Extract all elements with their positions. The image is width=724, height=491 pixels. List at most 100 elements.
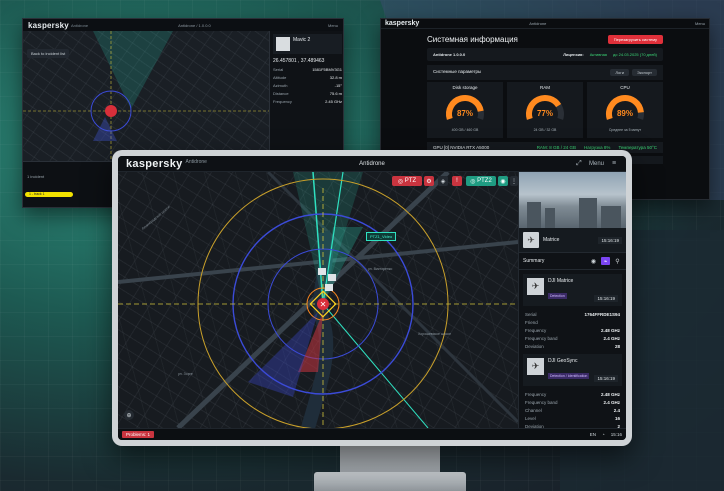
map-view[interactable]: Back to incident list January 17, 2024 ·… bbox=[23, 31, 269, 166]
compass-button[interactable]: ⊕ bbox=[124, 410, 134, 420]
ptz2-button[interactable]: ◎ PTZ2 bbox=[466, 176, 496, 186]
target-marker[interactable] bbox=[105, 105, 117, 117]
expand-icon[interactable]: ⤢ bbox=[575, 160, 583, 168]
ptz-settings-button[interactable]: ⚙ bbox=[424, 176, 434, 186]
detection-name: DJI GeoSync bbox=[548, 358, 578, 364]
more-icon: ⋮ bbox=[511, 178, 517, 185]
detection-card[interactable]: ✈ DJI GeoSync Detection / Identification… bbox=[523, 354, 622, 386]
gauge-label: RAM bbox=[540, 85, 550, 90]
drone-panel: Mavic 2 26.457801 , 37.489463 Serial 1581… bbox=[269, 31, 343, 161]
gauge-subtext: 400 GB / 460 GB bbox=[451, 128, 479, 132]
language-switch[interactable]: EN bbox=[590, 432, 596, 437]
sensor-ray bbox=[322, 303, 429, 428]
drone-marker[interactable] bbox=[328, 274, 336, 281]
detection-name: DJI Matrice bbox=[548, 278, 574, 284]
drone-name: Matrice bbox=[543, 237, 560, 243]
detection-card[interactable]: ✈ DJI Matrice Detection 15:16:19 bbox=[523, 274, 622, 306]
menu-button[interactable]: Menu bbox=[695, 21, 705, 26]
field-key: Serial bbox=[525, 311, 537, 317]
alert-button[interactable]: ! bbox=[452, 176, 462, 186]
field-value: 16 bbox=[614, 415, 620, 421]
status-bar: Problems: 1 EN ◔ 15:16 bbox=[118, 428, 626, 440]
app-name: Antidrone bbox=[185, 159, 207, 165]
more-button[interactable]: ⋮ bbox=[510, 176, 518, 186]
field-row: Distance 75.6 m bbox=[273, 91, 342, 96]
field-key: Frequency bbox=[525, 391, 547, 397]
export-button[interactable]: Экспорт bbox=[631, 69, 657, 76]
drone-marker[interactable] bbox=[325, 284, 333, 291]
eye-button[interactable]: ◉ bbox=[498, 176, 508, 186]
logs-button[interactable]: Логи bbox=[610, 69, 629, 76]
window-header: kaspersky Antidrone Menu bbox=[381, 19, 709, 29]
building bbox=[527, 202, 541, 228]
warning-icon: ! bbox=[456, 178, 458, 184]
license-status: Активная bbox=[589, 52, 607, 57]
field-row: Frequency band 2.4 GHz bbox=[519, 334, 626, 342]
street-label: ул. Викторенко bbox=[368, 267, 393, 271]
problems-button[interactable]: Problems: 1 bbox=[122, 431, 155, 438]
building bbox=[545, 208, 555, 228]
field-key: Frequency band bbox=[525, 399, 558, 405]
drone-marker[interactable] bbox=[318, 268, 326, 275]
track-label: 1 - track 1 bbox=[29, 192, 45, 196]
gauge-label: Disk storage bbox=[452, 85, 478, 90]
field-row: Frequency 2.45 GHz bbox=[273, 99, 342, 104]
field-row: Frequency band 2.4 GHz bbox=[519, 398, 626, 406]
monitor-stand bbox=[340, 446, 440, 474]
eye-icon[interactable]: ◉ bbox=[589, 257, 598, 265]
camera-icon: ◎ bbox=[470, 178, 478, 185]
clock: 15:16 bbox=[610, 432, 622, 437]
field-value: 2.4 GHz bbox=[603, 335, 620, 341]
field-row: Serial 1581F5BMV3G1 bbox=[273, 67, 342, 72]
ptz-button[interactable]: ◎ PTZ bbox=[392, 176, 422, 186]
field-key: Deviation bbox=[525, 343, 544, 349]
field-value: 2.48 GHz bbox=[600, 327, 620, 333]
layer-button[interactable]: ◈ bbox=[438, 176, 448, 186]
map-view[interactable]: ✕ ◎ PTZ ⚙ ◈ ! ◎ PTZ2 ◉ ⋮ PTZ1_Video Лени… bbox=[118, 172, 518, 428]
detection-badge: Detection bbox=[548, 293, 567, 299]
field-row: Level 16 bbox=[519, 414, 626, 422]
field-row: Frequency 2.48 GHz bbox=[519, 390, 626, 398]
app-name: Antidrone bbox=[70, 22, 89, 28]
camera-label[interactable]: PTZ1_Video bbox=[366, 232, 397, 241]
back-button[interactable]: Back to incident list bbox=[27, 49, 70, 58]
building bbox=[579, 198, 597, 228]
street-label: Хорошевское шоссе bbox=[418, 332, 452, 336]
building bbox=[601, 206, 621, 228]
sensor-sector bbox=[93, 31, 173, 109]
drone-card[interactable]: ✈ Matrice 15:16:19 bbox=[519, 228, 626, 252]
license-expiry: до 24.03.2025 (70 дней) bbox=[612, 52, 657, 57]
menu-button[interactable]: Menu bbox=[328, 23, 338, 28]
field-row: Deviation 28 bbox=[519, 342, 626, 350]
camera-preview[interactable] bbox=[519, 172, 626, 228]
filter-icon[interactable]: ⚲ bbox=[613, 257, 622, 265]
street-label: ул. Зорге bbox=[178, 372, 193, 376]
drone-card[interactable]: Mavic 2 bbox=[273, 34, 342, 54]
incident-label: 1 incident bbox=[27, 174, 45, 179]
app-name: Antidrone bbox=[529, 21, 547, 26]
field-key: Frequency band bbox=[525, 335, 558, 341]
logo: kaspersky bbox=[126, 157, 183, 170]
monitor: kaspersky Antidrone Antidrone ⤢ Menu ≡ ✕… bbox=[112, 150, 632, 446]
gauge-percent: 77% bbox=[536, 109, 553, 118]
page-title: Системная информация bbox=[427, 35, 518, 44]
camera-icon: ◎ bbox=[397, 178, 405, 185]
product-name: Antidrone 1.0.0.0 bbox=[433, 52, 466, 57]
field-row: Altitude 32.8 m bbox=[273, 75, 342, 80]
drone-time: 15:16:19 bbox=[598, 236, 622, 244]
gauge-percent: 87% bbox=[456, 109, 473, 118]
field-row: Serial 1764FFRDE1S94 bbox=[519, 310, 626, 318]
gauge-card: CPU 89% Среднее за 5 минут bbox=[587, 82, 663, 138]
field-value: 28 bbox=[614, 343, 620, 349]
signal-icon[interactable]: ⌁ bbox=[601, 257, 610, 265]
hamburger-icon[interactable]: ≡ bbox=[610, 160, 618, 168]
field-value: 2.48 GHz bbox=[600, 391, 620, 397]
field-row: Frequency 2.48 GHz bbox=[519, 326, 626, 334]
detection-time: 15:16:19 bbox=[594, 295, 618, 302]
side-panel: ✈ Matrice 15:16:19 Summary ◉ ⌁ ⚲ ✈ DJI M… bbox=[518, 172, 626, 429]
reboot-button[interactable]: Перезагрузить систему bbox=[607, 35, 663, 44]
gauge-card: RAM 77% 24 GB / 32 GB bbox=[507, 82, 583, 138]
window-header: kaspersky Antidrone Antidrone / 1.0.0.0 … bbox=[23, 19, 343, 31]
menu-button[interactable]: Menu bbox=[589, 161, 604, 167]
field-key: Channel bbox=[525, 407, 542, 413]
